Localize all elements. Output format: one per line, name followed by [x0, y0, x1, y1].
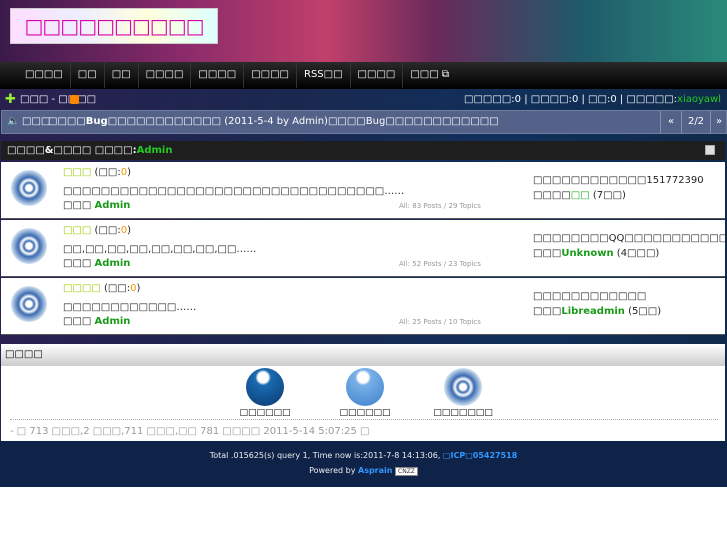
forum-icon [11, 170, 47, 206]
legend-item: □□□□□□ [325, 368, 405, 418]
last-poster-link[interactable]: □□ [571, 190, 590, 201]
announcement-bar: 🔈 □□□ □□□□Bug□□□□□□□□□□□□ (2011-5-4 by A… [1, 110, 727, 134]
forum-stats: All: 83 Posts / 29 Topics [399, 202, 481, 210]
announcement-text[interactable]: □□□□Bug□□□□□□□□□□□□ (2011-5-4 by Admin)□… [48, 111, 499, 133]
popup-icon: ⧉ [441, 69, 450, 80]
forum-category-header: □□□□&□□□□ □□□□:Admin [1, 141, 725, 160]
legend-item: □□□□□□ [225, 368, 305, 418]
forum-name[interactable]: □□□□ [63, 283, 101, 294]
username-link[interactable]: xiaoyawl [677, 94, 721, 105]
last-post-title[interactable]: □□□□□□□□□□□□151772390 [533, 175, 704, 186]
user-stats: □□□□□:0 | □□□□:0 | □□:0 | □□□□□:xiaoyawl [464, 94, 721, 105]
forum-row: □□□ (□□:0) □□,□□,□□,□□,□□,□□,□□,□□…… □□□… [1, 220, 727, 277]
prev-button[interactable]: « [660, 111, 681, 133]
nav-item[interactable]: □□□□ [18, 62, 71, 88]
rss-icon[interactable] [70, 95, 79, 104]
main-nav: □□□□ □□ □□ □□□□ □□□□ □□□□ RSS□□ □□□□ □□□… [0, 62, 727, 89]
breadcrumb[interactable]: □□□ - □□□□ [20, 94, 96, 105]
icp-link[interactable]: □ICP□05427518 [443, 451, 517, 460]
site-logo[interactable]: □□□□□□□□□□ [10, 8, 218, 44]
toolbar: ✚ □□□ - □□□□ □□□□□:0 | □□□□:0 | □□:0 | □… [0, 92, 727, 108]
legend-section: □□□□ □□□□□□ □□□□□□ □□□□□□□ - □ 713 □□□,2… [1, 344, 725, 441]
forum-desc: □□□□□□□□□□□□□□□□□□□□□□□□□□□□□□□□□□…… [63, 186, 405, 197]
nav-item-more[interactable]: □□□ ⧉ [403, 62, 456, 88]
forum-icon [11, 228, 47, 264]
footer: Total .015625(s) query 1, Time now is:20… [0, 441, 727, 487]
nav-item-rss[interactable]: RSS□□ [297, 62, 351, 88]
next-button[interactable]: » [710, 111, 727, 133]
moderator-link[interactable]: Admin [95, 258, 131, 269]
collapse-icon[interactable] [705, 145, 715, 155]
forum-desc: □□□□□□□□□□□□…… [63, 302, 197, 313]
moderator-link[interactable]: Admin [95, 200, 131, 211]
board-summary: - □ 713 □□□,2 □□□,711 □□□,□□ 781 □□□□ 20… [10, 426, 370, 437]
legend-item: □□□□□□□ [423, 368, 503, 418]
announcement-label: □□□ [22, 116, 51, 127]
forum-stats: All: 52 Posts / 23 Topics [399, 260, 481, 268]
forum-name[interactable]: □□□ [63, 167, 91, 178]
last-post-title[interactable]: □□□□□□□□□□□□ [533, 291, 646, 302]
nav-item[interactable]: □□ [105, 62, 139, 88]
cnzz-badge[interactable]: CNZZ [395, 467, 418, 476]
brand-link[interactable]: Asprain [358, 466, 392, 475]
last-post-title[interactable]: □□□□□□□□QQ□□□□□□□□□□□… [533, 233, 727, 244]
nav-item[interactable]: □□□□ [244, 62, 297, 88]
last-poster-link[interactable]: Libreadmin [561, 306, 625, 317]
nav-item[interactable]: □□□□ [351, 62, 404, 88]
speaker-icon: 🔈 [7, 116, 20, 127]
forum-nonew-icon [346, 368, 384, 406]
forum-row: □□□ (□□:0) □□□□□□□□□□□□□□□□□□□□□□□□□□□□□… [1, 162, 725, 219]
forum-desc: □□,□□,□□,□□,□□,□□,□□,□□…… [63, 244, 257, 255]
forum-icon [11, 286, 47, 322]
nav-item[interactable]: □□□□ [139, 62, 192, 88]
last-poster-link[interactable]: Unknown [561, 248, 613, 259]
page-indicator: 2/2 [681, 111, 710, 133]
nav-item[interactable]: □□□□ [191, 62, 245, 88]
plus-icon[interactable]: ✚ [5, 92, 16, 107]
forum-stats: All: 25 Posts / 10 Topics [399, 318, 481, 326]
forum-locked-icon [444, 368, 482, 406]
section-title: □□□□ [1, 344, 725, 366]
forum-new-icon [246, 368, 284, 406]
moderator-link[interactable]: Admin [95, 316, 131, 327]
forum-name[interactable]: □□□ [63, 225, 91, 236]
header-banner: □□□□□□□□□□ [0, 0, 727, 62]
forum-row: □□□□ (□□:0) □□□□□□□□□□□□…… □□□ Admin All… [1, 278, 725, 335]
moderator-link[interactable]: Admin [137, 145, 173, 156]
nav-item[interactable]: □□ [71, 62, 105, 88]
